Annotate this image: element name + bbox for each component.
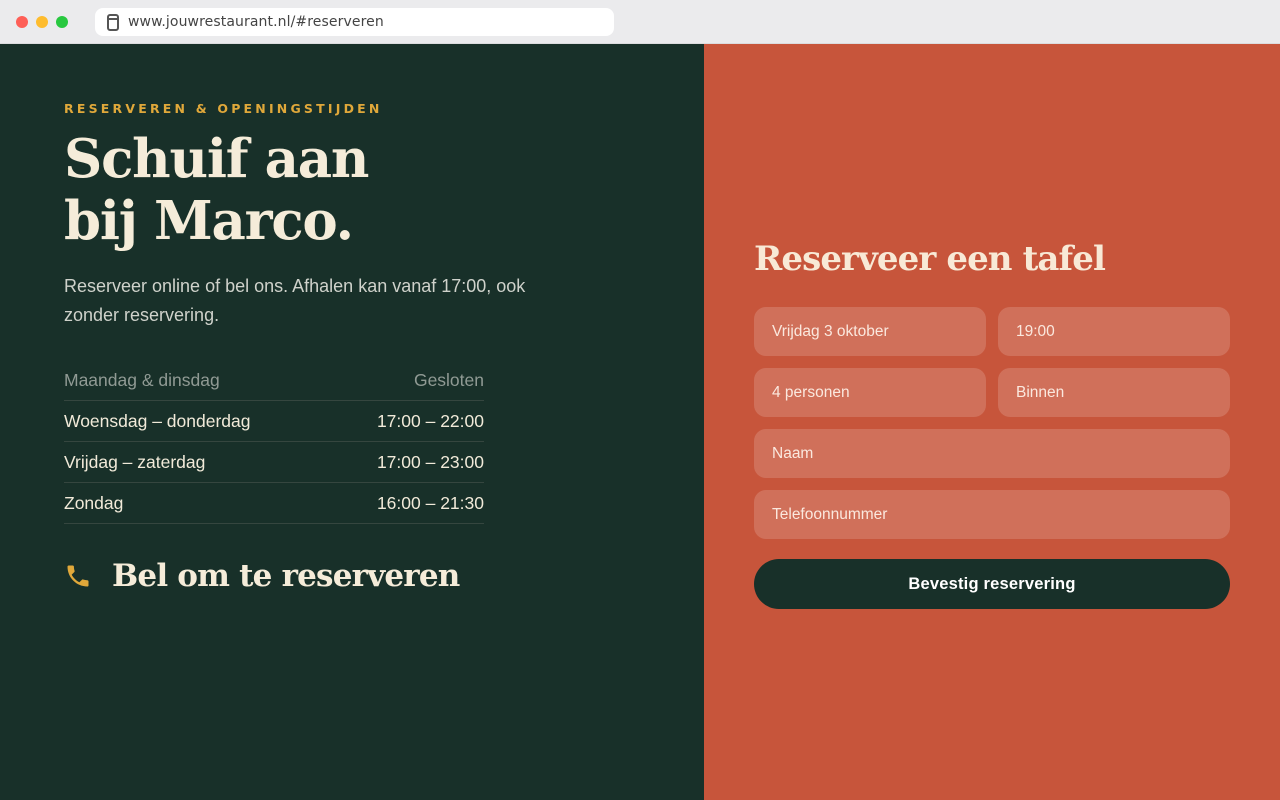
hours-day: Vrijdag – zaterdag [64, 451, 206, 472]
phone-cta-label: Bel om te reserveren [112, 558, 460, 594]
page-headline: Schuif aan bij Marco. [64, 128, 369, 252]
section-eyebrow: RESERVEREN & OPENINGSTIJDEN [64, 101, 383, 116]
page-icon [107, 13, 119, 31]
info-panel: RESERVEREN & OPENINGSTIJDEN Schuif aan b… [0, 44, 704, 800]
phone-input[interactable]: Telefoonnummer [754, 490, 1230, 539]
hours-day: Zondag [64, 492, 124, 513]
reservation-panel: Reserveer een tafel Vrijdag 3 oktober 19… [704, 44, 1280, 800]
hours-row: Zondag 16:00 – 21:30 [64, 483, 484, 524]
headline-line-1: Schuif aan [64, 128, 369, 190]
browser-chrome: www.jouwrestaurant.nl/#reserveren [0, 0, 1280, 44]
intro-text: Reserveer online of bel ons. Afhalen kan… [64, 276, 526, 325]
hours-row: Woensdag – donderdag 17:00 – 22:00 [64, 401, 484, 442]
hours-day: Woensdag – donderdag [64, 410, 251, 431]
hours-time: Gesloten [413, 369, 484, 390]
hours-day: Maandag & dinsdag [64, 369, 220, 390]
name-input[interactable]: Naam [754, 429, 1230, 478]
hours-row: Vrijdag – zaterdag 17:00 – 23:00 [64, 442, 484, 483]
form-title: Reserveer een tafel [754, 239, 1106, 279]
address-bar[interactable]: www.jouwrestaurant.nl/#reserveren [95, 8, 614, 36]
guests-select[interactable]: 4 personen [754, 368, 986, 417]
hours-time: 16:00 – 21:30 [376, 492, 484, 513]
seating-select[interactable]: Binnen [998, 368, 1230, 417]
maximize-window-button[interactable] [56, 16, 68, 28]
hours-time: 17:00 – 22:00 [376, 410, 484, 431]
time-select[interactable]: 19:00 [998, 307, 1230, 356]
date-select[interactable]: Vrijdag 3 oktober [754, 307, 986, 356]
phone-icon [67, 565, 89, 587]
confirm-reservation-button[interactable]: Bevestig reservering [754, 559, 1230, 609]
minimize-window-button[interactable] [36, 16, 48, 28]
url-text: www.jouwrestaurant.nl/#reserveren [128, 14, 384, 30]
opening-hours-table: Maandag & dinsdag Gesloten Woensdag – do… [64, 360, 484, 524]
hours-row: Maandag & dinsdag Gesloten [64, 360, 484, 401]
headline-line-2: bij Marco. [64, 190, 354, 252]
close-window-button[interactable] [16, 16, 28, 28]
hours-time: 17:00 – 23:00 [376, 451, 484, 472]
call-to-reserve-link[interactable]: Bel om te reserveren [64, 558, 460, 594]
